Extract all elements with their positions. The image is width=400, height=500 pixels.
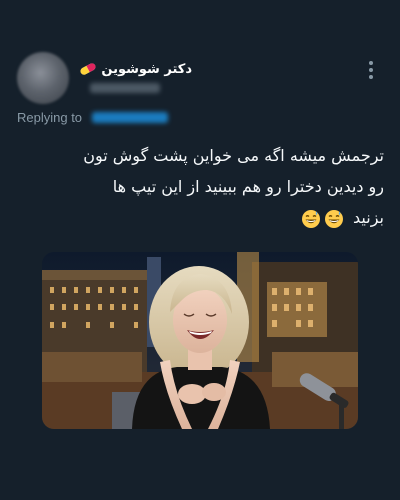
tweet-media-photo[interactable]	[42, 252, 358, 429]
tweet-text: ترجمش میشه اگه می خواین پشت گوش تون رو د…	[24, 140, 384, 233]
emoji-group	[301, 209, 344, 229]
reply-mention-blurred[interactable]	[92, 112, 168, 123]
replying-to-label: Replying to	[17, 110, 83, 125]
tweet-text-line: ترجمش میشه اگه می خواین پشت گوش تون	[83, 146, 384, 165]
tweet-card: دکتر شوشوین Replying to ترجمش میشه اگه م…	[0, 0, 400, 500]
author-handle-blurred[interactable]	[90, 83, 160, 93]
tweet-text-line: رو دیدین دخترا رو هم ببینید از این تیپ ه…	[112, 177, 384, 196]
grinning-sweat-face-icon	[324, 209, 343, 228]
grinning-sweat-face-icon	[301, 209, 320, 228]
tweet-text-line-last: بزنید	[24, 202, 384, 233]
author-display-name[interactable]: دکتر شوشوین	[101, 62, 192, 77]
avatar[interactable]	[17, 52, 69, 104]
more-vertical-icon[interactable]	[360, 58, 382, 82]
author-name-row[interactable]: دکتر شوشوین	[72, 58, 192, 80]
tweet-text-line: بزنید	[353, 208, 384, 227]
photo-laughing-woman	[42, 252, 358, 429]
pill-icon	[80, 63, 96, 75]
